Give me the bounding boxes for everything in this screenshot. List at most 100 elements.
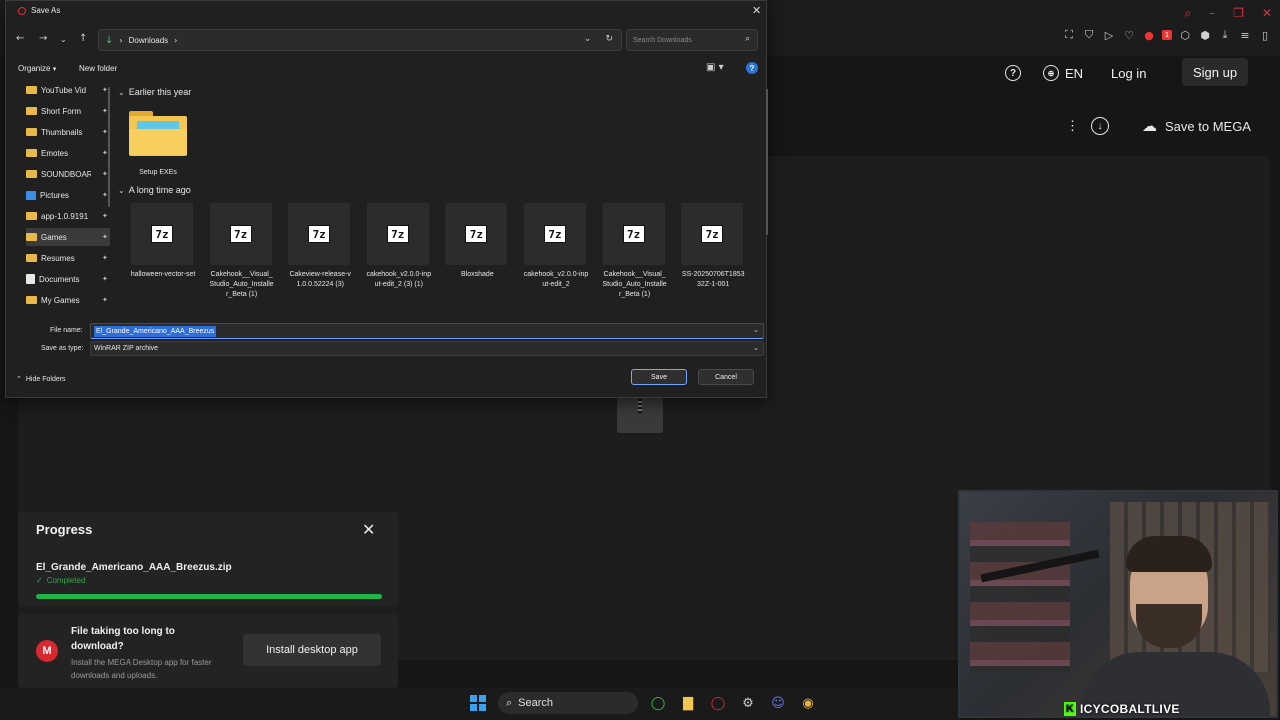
screenshot-icon[interactable]: ⛶ [1062, 28, 1076, 42]
refresh-icon[interactable]: ↻ [605, 34, 613, 44]
file-thumbnail: 7z [131, 203, 193, 265]
search-input[interactable]: Search Downloads ⌕ [626, 29, 758, 51]
sidebar-item[interactable]: Resumes ✦ [26, 249, 110, 267]
help-icon[interactable]: ? [746, 62, 758, 74]
cube-icon[interactable]: ⬢ [1198, 28, 1212, 42]
dialog-title: Save As [18, 6, 60, 15]
new-folder-button[interactable]: New folder [79, 64, 117, 73]
pin-icon[interactable]: ✦ [102, 296, 108, 304]
chevron-down-icon[interactable]: ⌄ [753, 326, 759, 334]
forward-icon[interactable]: → [39, 33, 47, 44]
dialog-title-label: Save As [31, 6, 61, 15]
taskbar-search[interactable]: ⌕ Search [498, 692, 638, 714]
download-icon[interactable]: ⤓ [1218, 28, 1232, 42]
login-link[interactable]: Log in [1111, 64, 1146, 82]
sidebar-item[interactable]: Emotes ✦ [26, 144, 110, 162]
breadcrumb-downloads[interactable]: Downloads [129, 36, 169, 45]
pin-icon[interactable]: ✦ [102, 107, 108, 115]
file-thumbnail: 7z [524, 203, 586, 265]
language-label: EN [1065, 65, 1084, 81]
close-icon[interactable]: ✕ [752, 4, 761, 17]
more-options-icon[interactable]: ⋮ [1066, 116, 1079, 136]
pin-icon[interactable]: ✦ [102, 170, 108, 178]
file-name: Cakeview-release-v1.0.0.52224 (3) [289, 271, 351, 288]
pin-icon[interactable]: ✦ [102, 149, 108, 157]
hide-folders-toggle[interactable]: ⌃ Hide Folders [16, 375, 66, 383]
save-button[interactable]: Save [631, 369, 687, 385]
maximize-icon[interactable]: ❐ [1233, 6, 1244, 21]
pin-icon[interactable]: ✦ [102, 191, 108, 199]
sidebar-item[interactable]: YouTube Vid ✦ [26, 81, 110, 99]
folder-icon [26, 170, 37, 178]
sidebar-item[interactable]: SOUNDBOAR ✦ [26, 165, 110, 183]
pin-icon[interactable]: ✦ [102, 86, 108, 94]
windows-start-icon[interactable] [468, 693, 488, 713]
back-icon[interactable]: ← [16, 33, 24, 44]
file-tile[interactable]: 7z Cakeview-release-v1.0.0.52224 (3) [287, 203, 351, 303]
command-bar: Organize ▾ New folder ▣ ▾ ? [6, 59, 768, 79]
language-selector[interactable]: ⊕ EN [1043, 64, 1083, 82]
steam-icon[interactable]: ⚙ [738, 693, 758, 713]
address-bar[interactable]: ↓ › Downloads › ⌄ ↻ [98, 29, 622, 51]
filename-input[interactable]: El_Grande_Americano_AAA_Breezus ⌄ [90, 323, 764, 339]
pin-icon[interactable]: ✦ [102, 233, 108, 241]
sidebar-icon[interactable]: ▯ [1258, 28, 1272, 42]
signup-button[interactable]: Sign up [1182, 58, 1248, 86]
opera-icon[interactable]: ◯ [708, 693, 728, 713]
sidebar-item[interactable]: Thumbnails ✦ [26, 123, 110, 141]
close-icon[interactable]: ✕ [362, 520, 375, 539]
install-desktop-app-button[interactable]: Install desktop app [243, 634, 381, 666]
chevron-down-icon: ⌄ [118, 185, 125, 195]
save-to-mega-button[interactable]: ☁ Save to MEGA [1142, 116, 1251, 136]
sidebar-item[interactable]: Documents ✦ [26, 270, 110, 288]
content-scrollbar[interactable] [766, 89, 768, 235]
menu-icon[interactable]: ≡ [1238, 28, 1252, 42]
search-icon[interactable]: ⌕ [1184, 6, 1191, 21]
puzzle-icon[interactable]: ⬡ [1178, 28, 1192, 42]
view-options-icon[interactable]: ▣ ▾ [706, 62, 724, 73]
chevron-down-icon[interactable]: ⌄ [60, 35, 67, 44]
pin-icon[interactable]: ✦ [102, 254, 108, 262]
download-circle-icon[interactable]: ↓ [1091, 116, 1109, 136]
organize-button[interactable]: Organize ▾ [18, 64, 56, 73]
file-tile[interactable]: 7z cakehook_v2.0.0-input-edit_2 (3) (1) [366, 203, 431, 303]
filetype-select[interactable]: WinRAR ZIP archive ⌄ [90, 341, 764, 356]
chevron-down-icon: ⌄ [753, 344, 759, 352]
file-thumbnail: 7z [681, 203, 744, 265]
desktop-app-promo: M File taking too long to download? Inst… [18, 614, 398, 688]
close-icon[interactable]: ✕ [1262, 6, 1272, 21]
file-tile[interactable]: 7z Cakehook__Visual_Studio_Auto_Installer… [209, 203, 274, 303]
file-name: Bloxshade [461, 271, 494, 278]
help-icon[interactable]: ? [1005, 64, 1021, 82]
group-header-recent[interactable]: ⌄ Earlier this year [118, 85, 191, 99]
extension-icon[interactable]: ● [1142, 28, 1156, 42]
sidebar-item[interactable]: Short Form ✦ [26, 102, 110, 120]
pin-icon[interactable]: ✦ [102, 275, 108, 283]
minimize-icon[interactable]: – [1209, 6, 1215, 21]
cancel-button[interactable]: Cancel [698, 369, 754, 385]
up-icon[interactable]: ↑ [79, 33, 87, 44]
sidebar-item[interactable]: My Games ✦ [26, 291, 110, 309]
file-tile[interactable]: 7z cakehook_v2.0.0-input-edit_2 [523, 203, 588, 303]
sidebar-item[interactable]: Games ✦ [26, 228, 110, 246]
chrome-icon[interactable]: ◉ [798, 693, 818, 713]
file-explorer-icon[interactable]: ▇ [678, 693, 698, 713]
chevron-right-icon[interactable]: › [174, 36, 177, 45]
xbox-icon[interactable]: ◯ [648, 693, 668, 713]
shield-icon[interactable]: ⛉ [1082, 28, 1096, 42]
file-tile[interactable]: 7z Bloxshade [444, 203, 508, 303]
file-tile[interactable]: 7z SS-20250706T185332Z-1-001 [680, 203, 745, 303]
heart-icon[interactable]: ♡ [1122, 28, 1136, 42]
sidebar-item[interactable]: Pictures ✦ [26, 186, 110, 204]
sidebar-scrollbar[interactable] [108, 87, 110, 207]
sidebar-item[interactable]: app-1.0.9191 ✦ [26, 207, 110, 225]
file-tile[interactable]: 7z halloween-vector-set [130, 203, 195, 303]
pin-icon[interactable]: ✦ [102, 212, 108, 220]
pin-icon[interactable]: ✦ [102, 128, 108, 136]
file-tile[interactable]: 7z Cakehook__Visual_Studio_Auto_Installer… [602, 203, 667, 303]
discord-icon[interactable]: ☺ [768, 693, 788, 713]
group-header-label: Earlier this year [128, 87, 192, 97]
play-icon[interactable]: ▷ [1102, 28, 1116, 42]
chevron-down-icon[interactable]: ⌄ [584, 34, 592, 44]
group-header-old[interactable]: ⌄ A long time ago [118, 183, 191, 197]
